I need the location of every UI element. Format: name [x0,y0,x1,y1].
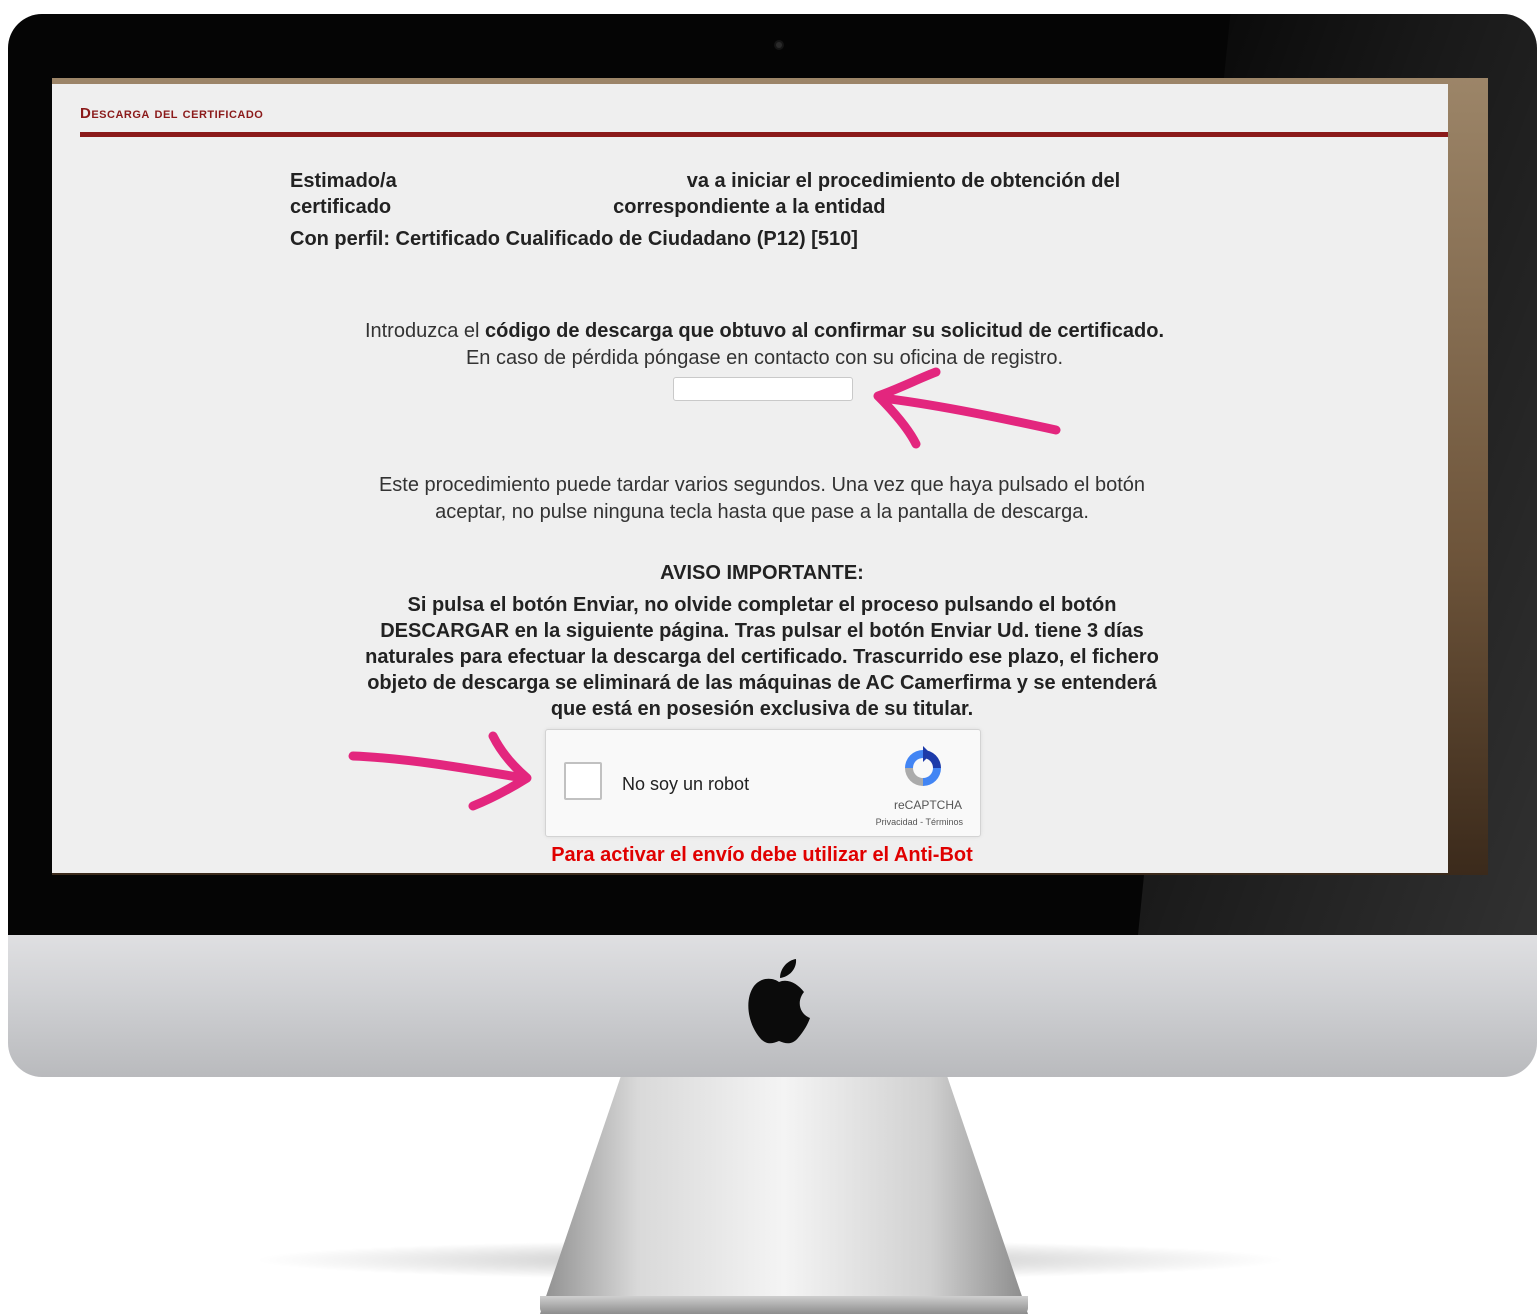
intro-line-2: certificado correspondiente a la entidad [290,194,1250,220]
intro-certificado: certificado [290,196,392,218]
imac-stand [540,1070,1028,1314]
wait-line-1: Este procedimiento puede tardar varios s… [378,474,1146,496]
code-prefix: Introduzca el [364,320,486,342]
recaptcha-logo-icon [905,746,941,786]
intro-profile: Con perfil: Certificado Cualificado de C… [290,228,858,250]
recaptcha-widget: No soy un robot reCAPTCHA Privacidad - T… [545,729,981,837]
wait-line-2: aceptar, no pulse ninguna tecla hasta qu… [435,501,1089,523]
pink-arrow-icon [348,731,532,811]
imac-stand-base [540,1296,1028,1314]
recaptcha-brand: reCAPTCHA [893,798,962,812]
intro-line1-end: va a iniciar el procedimiento de obtenci… [686,170,1121,192]
recaptcha-links[interactable]: Privacidad - Términos [826,817,963,827]
camera-icon [776,42,782,48]
download-code-instructions: Introduzca el código de descarga que obt… [52,318,1448,372]
recaptcha-checkbox[interactable] [564,762,602,800]
antibot-notice: Para activar el envío debe utilizar el A… [551,844,973,866]
warning-line-4: objeto de descarga se eliminará de las m… [367,672,1157,694]
recaptcha-label: No soy un robot [622,774,750,794]
warning-title: AVISO IMPORTANTE: [660,562,864,584]
page-title: Descarga del certificado [80,105,264,122]
code-bold-text: código de descarga que obtuvo al confirm… [485,320,1165,342]
intro-entity: correspondiente a la entidad [613,196,886,218]
certificate-download-page: Descarga del certificado Estimado/a va a … [52,84,1448,873]
warning-line-2: DESCARGAR en la siguiente página. Tras p… [380,620,1144,642]
apple-logo [748,959,810,1044]
wait-notice: Este procedimiento puede tardar varios s… [52,472,1448,526]
warning-line-3: naturales para efectuar la descarga del … [365,646,1159,668]
download-code-input[interactable] [673,377,853,401]
warning-line-1: Si pulsa el botón Enviar, no olvide comp… [407,594,1117,616]
code-help-text: En caso de pérdida póngase en contacto c… [465,347,1064,369]
intro-text: Estimado/a va a iniciar el procedimiento … [290,168,1250,252]
warning-line-5: que está en posesión exclusiva de su tit… [550,698,974,720]
pink-arrow-icon [873,367,1061,449]
intro-line-1: Estimado/a va a iniciar el procedimiento … [290,168,1250,194]
intro-greeting: Estimado/a [290,170,397,192]
warning-body: Si pulsa el botón Enviar, no olvide comp… [302,592,1222,722]
section-header: Descarga del certificado [80,94,1448,137]
